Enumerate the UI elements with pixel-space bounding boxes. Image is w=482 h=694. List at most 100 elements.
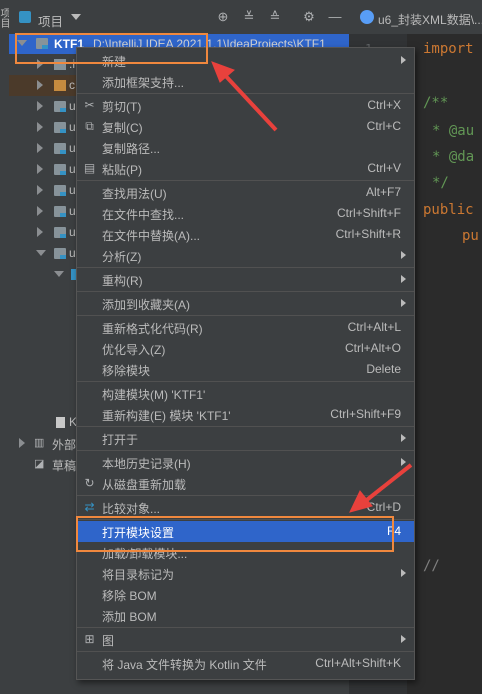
module-folder-icon — [54, 122, 66, 133]
menu-item-reload-from-disk[interactable]: ↻ 从磁盘重新加载 — [77, 473, 414, 494]
collapse-all-icon[interactable]: ≙ — [267, 9, 283, 25]
java-class-icon — [360, 10, 374, 24]
menu-item-reformat-code[interactable]: 重新格式化代码(R) Ctrl+Alt+L — [77, 317, 414, 338]
chevron-right-icon[interactable] — [37, 227, 43, 237]
minimize-icon[interactable]: — — [327, 9, 343, 25]
tree-item-label: u — [69, 99, 76, 113]
chevron-down-icon[interactable] — [54, 271, 64, 277]
menu-item-add-framework[interactable]: 添加框架支持... — [77, 71, 414, 92]
menu-item-paste[interactable]: ▤ 粘贴(P) Ctrl+V — [77, 158, 414, 179]
menu-item-mark-directory-as[interactable]: 将目录标记为 — [77, 563, 414, 584]
gear-icon[interactable]: ⚙ — [301, 9, 317, 25]
module-folder-icon — [54, 143, 66, 154]
menu-item-label: 图 — [102, 634, 115, 648]
menu-item-analyze[interactable]: 分析(Z) — [77, 245, 414, 266]
code-line: // — [423, 558, 440, 574]
menu-item-rebuild-module[interactable]: 重新构建(E) 模块 'KTF1' Ctrl+Shift+F9 — [77, 404, 414, 425]
code-line: * @au — [432, 123, 475, 139]
menu-item-replace-in-files[interactable]: 在文件中替换(A)... Ctrl+Shift+R — [77, 224, 414, 245]
chevron-down-icon[interactable] — [36, 250, 46, 256]
menu-item-copy-path[interactable]: 复制路径... — [77, 137, 414, 158]
menu-item-compare-with[interactable]: ⇄ 比较对象... Ctrl+D — [77, 497, 414, 518]
menu-separator — [77, 180, 414, 181]
tree-item-label: u — [69, 120, 76, 134]
chevron-right-icon[interactable] — [37, 122, 43, 132]
chevron-right-icon[interactable] — [37, 143, 43, 153]
chevron-right-icon[interactable] — [19, 438, 25, 448]
menu-item-label: 添加框架支持... — [102, 76, 185, 90]
menu-item-open-in[interactable]: 打开于 — [77, 428, 414, 449]
chevron-right-icon[interactable] — [37, 164, 43, 174]
tree-item-label: u — [69, 162, 76, 176]
submenu-arrow-icon — [401, 569, 406, 577]
menu-item-convert-to-kotlin[interactable]: 将 Java 文件转换为 Kotlin 文件 Ctrl+Alt+Shift+K — [77, 653, 414, 674]
editor-tab-label[interactable]: u6_封装XML数据\... — [378, 11, 482, 28]
menu-item-find-in-files[interactable]: 在文件中查找... Ctrl+Shift+F — [77, 203, 414, 224]
chevron-right-icon[interactable] — [37, 206, 43, 216]
cut-icon: ✂ — [84, 98, 95, 112]
menu-item-label: 构建模块(M) 'KTF1' — [102, 388, 206, 402]
menu-separator — [77, 627, 414, 628]
chevron-right-icon[interactable] — [37, 185, 43, 195]
menu-item-shortcut: Ctrl+Shift+F — [336, 206, 401, 220]
project-toolbar: 项目 ⊕ ≚ ≙ ⚙ — — [9, 0, 349, 35]
menu-item-diagrams[interactable]: ⊞ 图 — [77, 629, 414, 650]
menu-item-local-history[interactable]: 本地历史记录(H) — [77, 452, 414, 473]
chevron-down-icon[interactable] — [71, 14, 81, 20]
menu-separator — [77, 291, 414, 292]
menu-item-add-bom[interactable]: 添加 BOM — [77, 605, 414, 626]
project-view-title[interactable]: 项目 — [38, 11, 63, 30]
submenu-arrow-icon — [401, 434, 406, 442]
expand-all-icon[interactable]: ≚ — [241, 9, 257, 25]
code-editor[interactable]: import /** * @au * @da */ public pu // — [407, 34, 482, 694]
submenu-arrow-icon — [401, 251, 406, 259]
menu-item-shortcut: Ctrl+V — [367, 161, 401, 175]
menu-separator — [77, 315, 414, 316]
chevron-right-icon[interactable] — [37, 101, 43, 111]
module-folder-icon — [54, 164, 66, 175]
module-folder-icon — [54, 248, 66, 259]
menu-item-label: 剪切(T) — [102, 100, 142, 114]
menu-item-copy[interactable]: ⧉ 复制(C) Ctrl+C — [77, 116, 414, 137]
menu-item-shortcut: Ctrl+Alt+Shift+K — [315, 656, 401, 670]
editor-tab[interactable]: u6_封装XML数据\... — [350, 0, 482, 34]
chevron-right-icon[interactable] — [37, 80, 43, 90]
menu-item-label: 比较对象... — [102, 502, 161, 516]
context-menu: 新建 添加框架支持... ✂ 剪切(T) Ctrl+X ⧉ 复制(C) Ctrl+C 复… — [76, 47, 415, 680]
menu-item-label: 粘贴(P) — [102, 163, 142, 177]
tree-item-label: u — [69, 225, 76, 239]
menu-item-build-module[interactable]: 构建模块(M) 'KTF1' — [77, 383, 414, 404]
menu-item-remove-bom[interactable]: 移除 BOM — [77, 584, 414, 605]
code-line: import — [423, 41, 474, 57]
menu-item-label: 添加 BOM — [102, 610, 157, 624]
tree-item-label: u — [69, 204, 76, 218]
tree-item-label: 外部 — [52, 438, 77, 452]
menu-item-cut[interactable]: ✂ 剪切(T) Ctrl+X — [77, 95, 414, 116]
module-folder-icon — [54, 206, 66, 217]
tree-item-label: u — [69, 141, 76, 155]
compare-icon: ⇄ — [84, 500, 95, 514]
menu-item-optimize-imports[interactable]: 优化导入(Z) Ctrl+Alt+O — [77, 338, 414, 359]
menu-separator — [77, 426, 414, 427]
menu-item-shortcut: Ctrl+Alt+L — [347, 320, 401, 334]
menu-item-label: 优化导入(Z) — [102, 343, 166, 357]
code-line: public — [423, 202, 474, 218]
submenu-arrow-icon — [401, 458, 406, 466]
menu-item-shortcut: Ctrl+D — [366, 500, 401, 514]
tree-item-label: 草稿 — [52, 459, 77, 473]
code-line: /** — [423, 95, 449, 111]
side-tool-label[interactable]: 项目 — [0, 8, 9, 28]
target-icon[interactable]: ⊕ — [215, 9, 231, 25]
menu-item-label: 重新格式化代码(R) — [102, 322, 203, 336]
menu-item-label: 本地历史记录(H) — [102, 457, 191, 471]
code-line: */ — [432, 175, 449, 191]
menu-item-refactor[interactable]: 重构(R) — [77, 269, 414, 290]
menu-item-label: 打开于 — [102, 433, 139, 447]
module-folder-icon — [54, 227, 66, 238]
menu-item-remove-module[interactable]: 移除模块 Delete — [77, 359, 414, 380]
submenu-arrow-icon — [401, 56, 406, 64]
menu-item-find-usages[interactable]: 查找用法(U) Alt+F7 — [77, 182, 414, 203]
project-view-icon — [19, 11, 31, 23]
menu-item-add-to-favorites[interactable]: 添加到收藏夹(A) — [77, 293, 414, 314]
copy-icon: ⧉ — [85, 119, 94, 133]
